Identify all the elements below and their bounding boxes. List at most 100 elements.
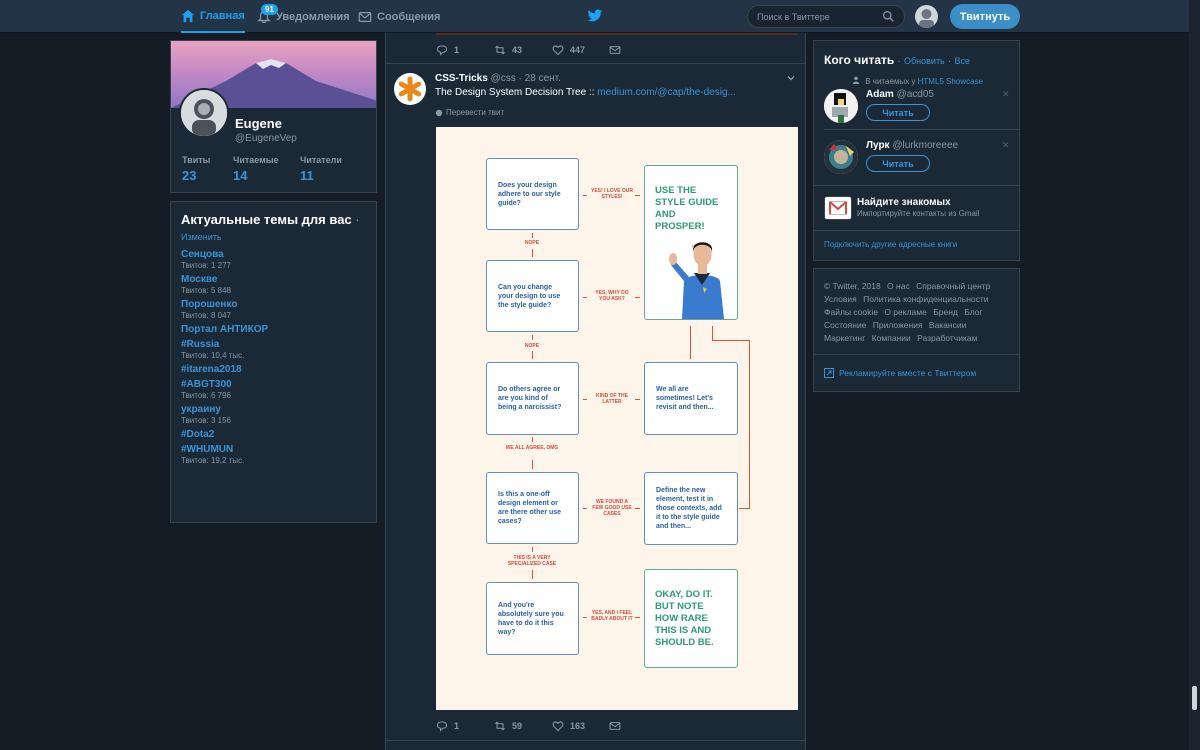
footer-link[interactable]: О нас (887, 281, 910, 291)
nav-notifications[interactable]: 91 Уведомления (257, 0, 350, 33)
like-action[interactable]: 163 (552, 720, 585, 732)
nav-messages[interactable]: Сообщения (358, 0, 440, 33)
tweet-author-name[interactable]: CSS-Tricks (435, 73, 488, 84)
profile-avatar[interactable] (179, 88, 229, 138)
reply-icon (436, 721, 448, 732)
profile-name[interactable]: Eugene (235, 116, 282, 131)
footer-link[interactable]: Маркетинг (824, 333, 865, 343)
search-input[interactable]: Поиск в Твиттере (747, 5, 905, 28)
footer-link[interactable]: О рекламе (884, 307, 927, 317)
footer-link[interactable]: Блог (964, 307, 982, 317)
flowchart-down-label-4: THIS IS A VERY SPECIALIZED CASE (507, 555, 557, 567)
advertise-link[interactable]: Рекламируйте вместе с Твиттером (824, 368, 976, 378)
retweet-action[interactable]: 43 (494, 44, 522, 56)
tweet-divider (386, 63, 805, 64)
translate-tweet[interactable]: Перевести твит (435, 108, 504, 117)
tweet-date[interactable]: · 28 сент. (519, 73, 561, 84)
scrollbar[interactable] (1189, 0, 1200, 750)
footer-link[interactable]: Условия (824, 294, 857, 304)
search-icon[interactable] (882, 10, 895, 23)
reply-action[interactable]: 1 (436, 720, 459, 732)
flowchart-right-label-2: YES, WHY DO YOU ASK? (595, 290, 629, 302)
stat-followers[interactable]: Читатели 11 (300, 155, 342, 183)
reply-count: 1 (454, 721, 460, 731)
follow-context: В читаемых у HTML5 Showcase (852, 76, 983, 86)
tweet-link[interactable]: medium.com/@cap/the-desig... (597, 87, 736, 98)
profile-handle[interactable]: @EugeneVep (235, 133, 297, 144)
arrow-down-2a (532, 335, 533, 340)
stat-value: 14 (233, 168, 248, 183)
tweet-header: CSS-Tricks @css · 28 сент. (435, 73, 561, 84)
trend-item[interactable]: #Russia Твитов: 10,4 тыс. (181, 339, 366, 360)
dismiss-icon[interactable]: ✕ (1002, 89, 1010, 100)
trend-item[interactable]: Порошенко Твитов: 8 047 (181, 299, 366, 320)
chevron-down-icon[interactable] (786, 73, 796, 83)
flowchart-question-1: Does your design adhere to our style gui… (486, 158, 579, 230)
trend-item[interactable]: #Dota2 (181, 429, 366, 440)
search-placeholder: Поиск в Твиттере (757, 11, 830, 22)
footer-link[interactable]: Файлы cookie (824, 307, 878, 317)
refresh-link[interactable]: Обновить (904, 56, 945, 66)
view-all-link[interactable]: Все (954, 56, 970, 66)
translate-label: Перевести твит (446, 108, 505, 117)
trend-item[interactable]: #itarena2018 (181, 364, 366, 375)
gmail-icon[interactable] (824, 196, 852, 220)
arrow-down-3a (532, 437, 533, 442)
dm-action[interactable] (609, 720, 621, 732)
trend-item[interactable]: украину Твитов: 3 156 (181, 404, 366, 425)
divider (814, 230, 1019, 231)
find-friends-title[interactable]: Найдите знакомых (857, 197, 951, 208)
trend-item[interactable]: Сенцова Твитов: 1 277 (181, 249, 366, 270)
flowchart-right-label-3: KIND OF THE LATTER (596, 393, 628, 405)
suggestion-name[interactable]: Adam @acd05 (866, 89, 934, 100)
stat-label: Читатели (300, 155, 342, 165)
trend-item[interactable]: #WHUMUN Твитов: 19,2 тыс. (181, 444, 366, 465)
dm-action[interactable] (609, 44, 621, 56)
trend-item[interactable]: #ABGT300 Твитов: 6 796 (181, 379, 366, 400)
tweet-author-avatar[interactable] (394, 73, 426, 105)
footer-links: © Twitter, 2018 О нас Справочный центр У… (824, 280, 1014, 345)
user-avatar[interactable] (915, 5, 938, 28)
footer-link[interactable]: Политика конфиденциальности (863, 294, 988, 304)
footer-link[interactable]: Разработчикам (917, 333, 977, 343)
suggestion-avatar[interactable] (824, 89, 858, 123)
like-action[interactable]: 447 (552, 44, 585, 56)
trend-item[interactable]: Москве Твитов: 5 848 (181, 274, 366, 295)
trend-item[interactable]: Портал АНТИКОР (181, 324, 366, 335)
connect-address-books-link[interactable]: Подключить другие адресные книги (824, 240, 957, 249)
follow-button[interactable]: Читать (866, 155, 930, 172)
scrollbar-thumb[interactable] (1192, 686, 1197, 710)
trend-name: #ABGT300 (181, 379, 232, 390)
nav-home[interactable]: Главная (181, 0, 245, 33)
retweet-action[interactable]: 59 (494, 720, 522, 732)
tweet-image-flowchart[interactable]: Does your design adhere to our style gui… (436, 127, 798, 710)
footer-link[interactable]: Бренд (933, 307, 958, 317)
trend-name: #Dota2 (181, 429, 215, 440)
footer-link[interactable]: Состояние (824, 320, 866, 330)
arrow-up-define-4 (739, 508, 750, 509)
flowchart-outcome-define: Define the new element, test it in those… (644, 472, 738, 545)
stat-tweets[interactable]: Твиты 23 (182, 155, 210, 183)
suggestion-avatar[interactable] (824, 140, 858, 174)
stat-value: 11 (300, 168, 314, 183)
tweet-author-handle[interactable]: @css (491, 73, 516, 84)
follow-button[interactable]: Читать (866, 104, 930, 121)
reply-count: 1 (454, 45, 460, 55)
trends-change-link[interactable]: Изменить (181, 232, 366, 242)
retweet-count: 43 (512, 45, 523, 55)
external-link-icon (824, 368, 834, 378)
twitter-logo-icon[interactable] (587, 9, 603, 23)
dismiss-icon[interactable]: ✕ (1002, 140, 1010, 151)
footer-link[interactable]: Справочный центр (916, 281, 990, 291)
flowchart-down-label-3: WE ALL AGREE, OMG (505, 445, 559, 451)
footer-link[interactable]: Компании (872, 333, 911, 343)
context-user-link[interactable]: HTML5 Showcase (918, 77, 983, 86)
stat-following[interactable]: Читаемые 14 (233, 155, 279, 183)
advertise-label: Рекламируйте вместе с Твиттером (839, 368, 977, 378)
footer-link[interactable]: Вакансии (929, 320, 966, 330)
tweet-button[interactable]: Твитнуть (950, 4, 1020, 29)
footer-link[interactable]: Приложения (873, 320, 923, 330)
find-friends-subtitle: Импортируйте контакты из Gmail (857, 209, 980, 218)
suggestion-name[interactable]: Лурк @lurkmoreeee (866, 140, 958, 151)
reply-action[interactable]: 1 (436, 44, 459, 56)
